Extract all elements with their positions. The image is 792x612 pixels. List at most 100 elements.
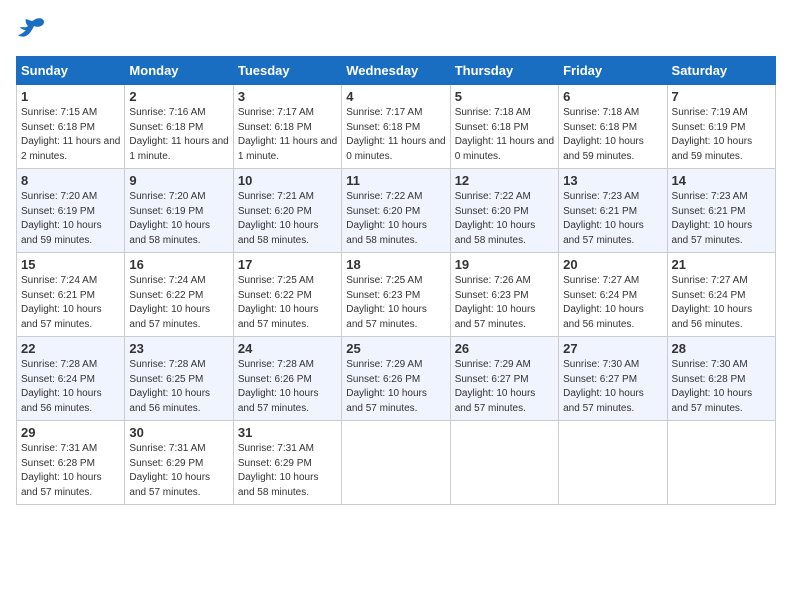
day-number: 28 (672, 341, 771, 356)
table-row: 13 Sunrise: 7:23 AMSunset: 6:21 PMDaylig… (559, 169, 667, 253)
table-row: 1 Sunrise: 7:15 AMSunset: 6:18 PMDayligh… (17, 85, 125, 169)
day-number: 29 (21, 425, 120, 440)
table-row: 23 Sunrise: 7:28 AMSunset: 6:25 PMDaylig… (125, 337, 233, 421)
table-row: 26 Sunrise: 7:29 AMSunset: 6:27 PMDaylig… (450, 337, 558, 421)
table-row: 22 Sunrise: 7:28 AMSunset: 6:24 PMDaylig… (17, 337, 125, 421)
day-number: 24 (238, 341, 337, 356)
calendar-header-row: Sunday Monday Tuesday Wednesday Thursday… (17, 57, 776, 85)
col-tuesday: Tuesday (233, 57, 341, 85)
table-row: 21 Sunrise: 7:27 AMSunset: 6:24 PMDaylig… (667, 253, 775, 337)
table-row: 30 Sunrise: 7:31 AMSunset: 6:29 PMDaylig… (125, 421, 233, 505)
table-row: 4 Sunrise: 7:17 AMSunset: 6:18 PMDayligh… (342, 85, 450, 169)
day-info: Sunrise: 7:28 AMSunset: 6:24 PMDaylight:… (21, 358, 120, 416)
day-info: Sunrise: 7:21 AMSunset: 6:20 PMDaylight:… (238, 190, 337, 248)
day-number: 16 (129, 257, 228, 272)
day-number: 18 (346, 257, 445, 272)
day-number: 1 (21, 89, 120, 104)
day-info: Sunrise: 7:16 AMSunset: 6:18 PMDaylight:… (129, 106, 228, 164)
table-row: 15 Sunrise: 7:24 AMSunset: 6:21 PMDaylig… (17, 253, 125, 337)
day-info: Sunrise: 7:30 AMSunset: 6:27 PMDaylight:… (563, 358, 662, 416)
day-number: 27 (563, 341, 662, 356)
day-info: Sunrise: 7:23 AMSunset: 6:21 PMDaylight:… (672, 190, 771, 248)
day-info: Sunrise: 7:30 AMSunset: 6:28 PMDaylight:… (672, 358, 771, 416)
day-number: 6 (563, 89, 662, 104)
calendar-row: 15 Sunrise: 7:24 AMSunset: 6:21 PMDaylig… (17, 253, 776, 337)
calendar-row: 1 Sunrise: 7:15 AMSunset: 6:18 PMDayligh… (17, 85, 776, 169)
calendar-row: 29 Sunrise: 7:31 AMSunset: 6:28 PMDaylig… (17, 421, 776, 505)
day-info: Sunrise: 7:25 AMSunset: 6:22 PMDaylight:… (238, 274, 337, 332)
table-row: 24 Sunrise: 7:28 AMSunset: 6:26 PMDaylig… (233, 337, 341, 421)
col-thursday: Thursday (450, 57, 558, 85)
day-number: 21 (672, 257, 771, 272)
table-row: 28 Sunrise: 7:30 AMSunset: 6:28 PMDaylig… (667, 337, 775, 421)
day-info: Sunrise: 7:17 AMSunset: 6:18 PMDaylight:… (346, 106, 445, 164)
day-number: 4 (346, 89, 445, 104)
day-info: Sunrise: 7:22 AMSunset: 6:20 PMDaylight:… (346, 190, 445, 248)
logo-icon (16, 16, 46, 44)
table-row (559, 421, 667, 505)
day-number: 23 (129, 341, 228, 356)
day-info: Sunrise: 7:23 AMSunset: 6:21 PMDaylight:… (563, 190, 662, 248)
day-number: 17 (238, 257, 337, 272)
calendar-row: 22 Sunrise: 7:28 AMSunset: 6:24 PMDaylig… (17, 337, 776, 421)
col-friday: Friday (559, 57, 667, 85)
table-row: 19 Sunrise: 7:26 AMSunset: 6:23 PMDaylig… (450, 253, 558, 337)
table-row: 20 Sunrise: 7:27 AMSunset: 6:24 PMDaylig… (559, 253, 667, 337)
day-info: Sunrise: 7:26 AMSunset: 6:23 PMDaylight:… (455, 274, 554, 332)
day-number: 31 (238, 425, 337, 440)
day-info: Sunrise: 7:17 AMSunset: 6:18 PMDaylight:… (238, 106, 337, 164)
logo (16, 16, 50, 44)
day-number: 10 (238, 173, 337, 188)
day-number: 26 (455, 341, 554, 356)
day-info: Sunrise: 7:29 AMSunset: 6:27 PMDaylight:… (455, 358, 554, 416)
col-monday: Monday (125, 57, 233, 85)
day-info: Sunrise: 7:25 AMSunset: 6:23 PMDaylight:… (346, 274, 445, 332)
day-info: Sunrise: 7:22 AMSunset: 6:20 PMDaylight:… (455, 190, 554, 248)
table-row: 12 Sunrise: 7:22 AMSunset: 6:20 PMDaylig… (450, 169, 558, 253)
day-number: 14 (672, 173, 771, 188)
col-wednesday: Wednesday (342, 57, 450, 85)
calendar-body: 1 Sunrise: 7:15 AMSunset: 6:18 PMDayligh… (17, 85, 776, 505)
col-saturday: Saturday (667, 57, 775, 85)
day-number: 9 (129, 173, 228, 188)
day-number: 2 (129, 89, 228, 104)
table-row: 7 Sunrise: 7:19 AMSunset: 6:19 PMDayligh… (667, 85, 775, 169)
day-number: 19 (455, 257, 554, 272)
col-sunday: Sunday (17, 57, 125, 85)
day-info: Sunrise: 7:29 AMSunset: 6:26 PMDaylight:… (346, 358, 445, 416)
day-number: 7 (672, 89, 771, 104)
day-info: Sunrise: 7:18 AMSunset: 6:18 PMDaylight:… (563, 106, 662, 164)
calendar-row: 8 Sunrise: 7:20 AMSunset: 6:19 PMDayligh… (17, 169, 776, 253)
table-row: 3 Sunrise: 7:17 AMSunset: 6:18 PMDayligh… (233, 85, 341, 169)
table-row: 10 Sunrise: 7:21 AMSunset: 6:20 PMDaylig… (233, 169, 341, 253)
day-info: Sunrise: 7:31 AMSunset: 6:28 PMDaylight:… (21, 442, 120, 500)
table-row: 5 Sunrise: 7:18 AMSunset: 6:18 PMDayligh… (450, 85, 558, 169)
day-info: Sunrise: 7:28 AMSunset: 6:26 PMDaylight:… (238, 358, 337, 416)
day-info: Sunrise: 7:15 AMSunset: 6:18 PMDaylight:… (21, 106, 120, 164)
table-row: 14 Sunrise: 7:23 AMSunset: 6:21 PMDaylig… (667, 169, 775, 253)
day-number: 11 (346, 173, 445, 188)
day-info: Sunrise: 7:31 AMSunset: 6:29 PMDaylight:… (238, 442, 337, 500)
day-info: Sunrise: 7:27 AMSunset: 6:24 PMDaylight:… (672, 274, 771, 332)
day-number: 20 (563, 257, 662, 272)
table-row: 16 Sunrise: 7:24 AMSunset: 6:22 PMDaylig… (125, 253, 233, 337)
day-info: Sunrise: 7:19 AMSunset: 6:19 PMDaylight:… (672, 106, 771, 164)
day-info: Sunrise: 7:24 AMSunset: 6:21 PMDaylight:… (21, 274, 120, 332)
day-number: 15 (21, 257, 120, 272)
table-row: 27 Sunrise: 7:30 AMSunset: 6:27 PMDaylig… (559, 337, 667, 421)
day-info: Sunrise: 7:20 AMSunset: 6:19 PMDaylight:… (21, 190, 120, 248)
table-row: 18 Sunrise: 7:25 AMSunset: 6:23 PMDaylig… (342, 253, 450, 337)
day-number: 3 (238, 89, 337, 104)
day-info: Sunrise: 7:24 AMSunset: 6:22 PMDaylight:… (129, 274, 228, 332)
table-row: 11 Sunrise: 7:22 AMSunset: 6:20 PMDaylig… (342, 169, 450, 253)
day-info: Sunrise: 7:31 AMSunset: 6:29 PMDaylight:… (129, 442, 228, 500)
table-row (342, 421, 450, 505)
table-row: 6 Sunrise: 7:18 AMSunset: 6:18 PMDayligh… (559, 85, 667, 169)
table-row (667, 421, 775, 505)
table-row: 17 Sunrise: 7:25 AMSunset: 6:22 PMDaylig… (233, 253, 341, 337)
day-info: Sunrise: 7:20 AMSunset: 6:19 PMDaylight:… (129, 190, 228, 248)
page-header (16, 16, 776, 44)
day-number: 5 (455, 89, 554, 104)
day-number: 13 (563, 173, 662, 188)
day-info: Sunrise: 7:28 AMSunset: 6:25 PMDaylight:… (129, 358, 228, 416)
